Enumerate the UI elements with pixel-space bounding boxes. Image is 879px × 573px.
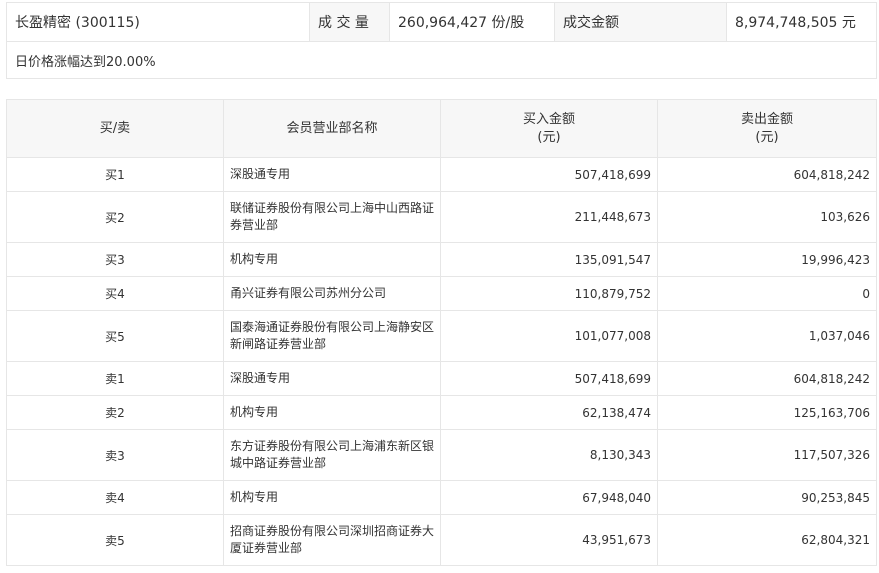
dept-cell: 国泰海通证券股份有限公司上海静安区新闸路证券营业部: [223, 310, 441, 362]
dept-cell: 招商证券股份有限公司深圳招商证券大厦证券营业部: [223, 514, 441, 566]
trading-table: 买/卖 会员营业部名称 买入金额 (元) 卖出金额 (元) 买1 深股通专用 5…: [6, 99, 877, 566]
buy-amount-cell: 8,130,343: [440, 429, 658, 481]
summary-table: 长盈精密 (300115) 成 交 量 260,964,427 份/股 成交金额…: [6, 2, 877, 79]
header-sell: 卖出金额 (元): [657, 99, 877, 158]
table-row: 卖3 东方证券股份有限公司上海浦东新区银城中路证券营业部 8,130,343 1…: [6, 429, 877, 481]
listing-reason: 日价格涨幅达到20.00%: [6, 41, 877, 79]
header-sell-unit: (元): [755, 129, 779, 145]
sell-amount-cell: 125,163,706: [657, 395, 877, 430]
sell-amount-cell: 103,626: [657, 191, 877, 243]
buy-amount-cell: 110,879,752: [440, 276, 658, 311]
header-buy-label: 买入金额: [522, 111, 575, 127]
sell-amount-cell: 19,996,423: [657, 242, 877, 277]
header-dept: 会员营业部名称: [223, 99, 441, 158]
buy-amount-cell: 507,418,699: [440, 361, 658, 396]
side-cell: 买2: [6, 191, 224, 243]
table-row: 卖2 机构专用 62,138,474 125,163,706: [6, 395, 877, 430]
stock-name: 长盈精密 (300115): [6, 2, 310, 42]
buy-amount-cell: 43,951,673: [440, 514, 658, 566]
header-sell-label: 卖出金额: [740, 111, 793, 127]
table-row: 买4 甬兴证券有限公司苏州分公司 110,879,752 0: [6, 276, 877, 311]
buy-amount-cell: 211,448,673: [440, 191, 658, 243]
table-row: 卖5 招商证券股份有限公司深圳招商证券大厦证券营业部 43,951,673 62…: [6, 514, 877, 566]
table-row: 买5 国泰海通证券股份有限公司上海静安区新闸路证券营业部 101,077,008…: [6, 310, 877, 362]
side-cell: 卖1: [6, 361, 224, 396]
side-cell: 卖5: [6, 514, 224, 566]
buy-amount-cell: 62,138,474: [440, 395, 658, 430]
side-cell: 卖4: [6, 480, 224, 515]
table-row: 卖1 深股通专用 507,418,699 604,818,242: [6, 361, 877, 396]
sell-amount-cell: 604,818,242: [657, 157, 877, 192]
dept-cell: 机构专用: [223, 395, 441, 430]
table-row: 买3 机构专用 135,091,547 19,996,423: [6, 242, 877, 277]
buy-amount-cell: 101,077,008: [440, 310, 658, 362]
side-cell: 买3: [6, 242, 224, 277]
side-cell: 买4: [6, 276, 224, 311]
side-cell: 卖2: [6, 395, 224, 430]
dept-cell: 深股通专用: [223, 157, 441, 192]
sell-amount-cell: 117,507,326: [657, 429, 877, 481]
dept-cell: 深股通专用: [223, 361, 441, 396]
sell-amount-cell: 90,253,845: [657, 480, 877, 515]
volume-label: 成 交 量: [309, 2, 390, 42]
side-cell: 买1: [6, 157, 224, 192]
table-row: 卖4 机构专用 67,948,040 90,253,845: [6, 480, 877, 515]
dept-cell: 机构专用: [223, 480, 441, 515]
sell-amount-cell: 1,037,046: [657, 310, 877, 362]
table-row: 买1 深股通专用 507,418,699 604,818,242: [6, 157, 877, 192]
dept-cell: 甬兴证券有限公司苏州分公司: [223, 276, 441, 311]
buy-amount-cell: 507,418,699: [440, 157, 658, 192]
dept-cell: 东方证券股份有限公司上海浦东新区银城中路证券营业部: [223, 429, 441, 481]
sell-amount-cell: 604,818,242: [657, 361, 877, 396]
side-cell: 卖3: [6, 429, 224, 481]
header-side: 买/卖: [6, 99, 224, 158]
header-buy-unit: (元): [537, 129, 561, 145]
amount-label: 成交金额: [554, 2, 727, 42]
sell-amount-cell: 0: [657, 276, 877, 311]
table-row: 买2 联储证券股份有限公司上海中山西路证券营业部 211,448,673 103…: [6, 191, 877, 243]
dept-cell: 联储证券股份有限公司上海中山西路证券营业部: [223, 191, 441, 243]
amount-value: 8,974,748,505 元: [726, 2, 877, 42]
buy-amount-cell: 67,948,040: [440, 480, 658, 515]
dept-cell: 机构专用: [223, 242, 441, 277]
side-cell: 买5: [6, 310, 224, 362]
header-buy: 买入金额 (元): [440, 99, 658, 158]
volume-value: 260,964,427 份/股: [389, 2, 555, 42]
sell-amount-cell: 62,804,321: [657, 514, 877, 566]
buy-amount-cell: 135,091,547: [440, 242, 658, 277]
